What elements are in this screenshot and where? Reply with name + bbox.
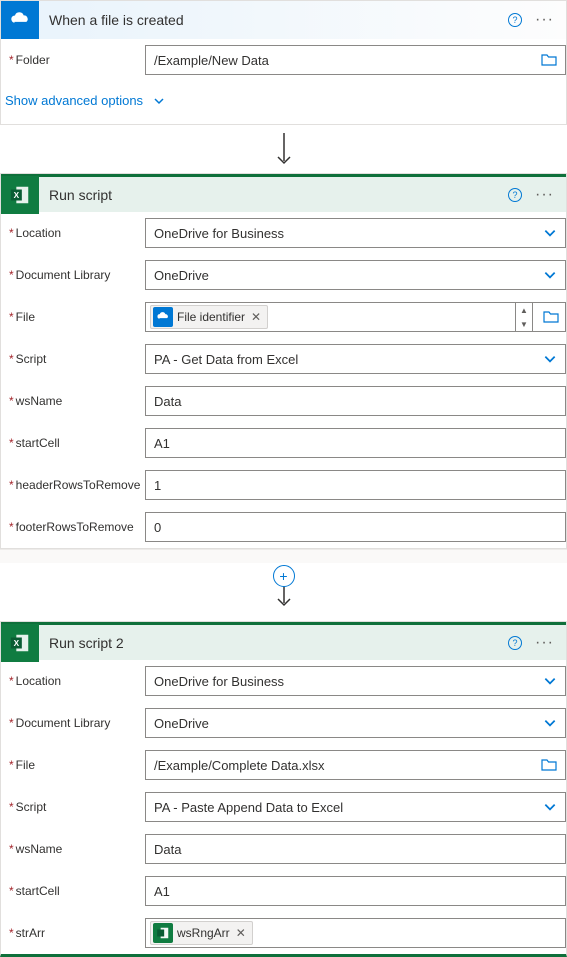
field-document-library: *Document LibraryOneDrive bbox=[1, 254, 566, 296]
add-step-button[interactable]: + bbox=[273, 565, 295, 587]
chevron-down-icon bbox=[543, 674, 557, 688]
chevron-down-icon bbox=[543, 268, 557, 282]
headerrows-input[interactable]: 1 bbox=[145, 470, 566, 500]
svg-text:X: X bbox=[14, 190, 20, 199]
location-select[interactable]: OneDrive for Business bbox=[145, 218, 566, 248]
field-file: *File/Example/Complete Data.xlsx bbox=[1, 744, 566, 786]
folder-picker-icon[interactable] bbox=[541, 53, 557, 67]
svg-text:?: ? bbox=[513, 190, 518, 200]
field-startcell: *startCellA1 bbox=[1, 870, 566, 912]
field-file: *File File identifier ✕ ▲▼ bbox=[1, 296, 566, 338]
file-input[interactable]: File identifier ✕ ▲▼ bbox=[145, 302, 566, 332]
wsname-input[interactable]: Data bbox=[145, 386, 566, 416]
field-wsname: *wsNameData bbox=[1, 828, 566, 870]
step-title: Run script bbox=[39, 187, 507, 203]
field-startcell: *startCellA1 bbox=[1, 422, 566, 464]
document-library-select[interactable]: OneDrive bbox=[145, 260, 566, 290]
strarr-input[interactable]: wsRngArr ✕ bbox=[145, 918, 566, 948]
field-label-text: Folder bbox=[16, 53, 50, 67]
startcell-input[interactable]: A1 bbox=[145, 428, 566, 458]
step-title: When a file is created bbox=[39, 12, 507, 28]
location-select[interactable]: OneDrive for Business bbox=[145, 666, 566, 696]
field-location: *LocationOneDrive for Business bbox=[1, 660, 566, 702]
step-run-script-1: X Run script ? ··· *LocationOneDrive for… bbox=[0, 173, 567, 549]
field-script: *ScriptPA - Get Data from Excel bbox=[1, 338, 566, 380]
step-onedrive-trigger: When a file is created ? ··· *Folder /Ex… bbox=[0, 0, 567, 125]
footerrows-input[interactable]: 0 bbox=[145, 512, 566, 542]
wsname-input[interactable]: Data bbox=[145, 834, 566, 864]
dynamic-token-file-identifier[interactable]: File identifier ✕ bbox=[150, 305, 268, 329]
chevron-down-icon bbox=[153, 95, 165, 107]
svg-text:?: ? bbox=[513, 15, 518, 25]
svg-text:X: X bbox=[14, 638, 20, 647]
svg-text:?: ? bbox=[513, 638, 518, 648]
folder-input[interactable]: /Example/New Data bbox=[145, 45, 566, 75]
field-location: *LocationOneDrive for Business bbox=[1, 212, 566, 254]
remove-token-icon[interactable]: ✕ bbox=[234, 926, 248, 940]
field-wsname: *wsNameData bbox=[1, 380, 566, 422]
remove-token-icon[interactable]: ✕ bbox=[249, 310, 263, 324]
connector-arrow-icon bbox=[0, 125, 567, 173]
stepper-icon[interactable]: ▲▼ bbox=[515, 303, 533, 331]
field-footerrows: *footerRowsToRemove0 bbox=[1, 506, 566, 548]
step-run-script-2: X Run script 2 ? ··· *LocationOneDrive f… bbox=[0, 621, 567, 957]
overflow-menu-icon[interactable]: ··· bbox=[535, 186, 554, 204]
document-library-select[interactable]: OneDrive bbox=[145, 708, 566, 738]
onedrive-icon bbox=[1, 1, 39, 39]
field-strarr: *strArr wsRngArr ✕ bbox=[1, 912, 566, 954]
field-folder: *Folder /Example/New Data bbox=[1, 39, 566, 81]
folder-picker-icon[interactable] bbox=[541, 758, 557, 772]
connector-with-add: + bbox=[0, 563, 567, 621]
file-input[interactable]: /Example/Complete Data.xlsx bbox=[145, 750, 566, 780]
help-icon[interactable]: ? bbox=[507, 635, 523, 651]
startcell-input[interactable]: A1 bbox=[145, 876, 566, 906]
step-title: Run script 2 bbox=[39, 635, 507, 651]
overflow-menu-icon[interactable]: ··· bbox=[535, 11, 554, 29]
step-header[interactable]: When a file is created ? ··· bbox=[1, 1, 566, 39]
field-script: *ScriptPA - Paste Append Data to Excel bbox=[1, 786, 566, 828]
chevron-down-icon bbox=[543, 352, 557, 366]
field-headerrows: *headerRowsToRemove1 bbox=[1, 464, 566, 506]
field-document-library: *Document LibraryOneDrive bbox=[1, 702, 566, 744]
excel-icon bbox=[153, 923, 173, 943]
chevron-down-icon bbox=[543, 800, 557, 814]
folder-picker-icon[interactable] bbox=[543, 310, 559, 324]
help-icon[interactable]: ? bbox=[507, 12, 523, 28]
overflow-menu-icon[interactable]: ··· bbox=[535, 634, 554, 652]
script-select[interactable]: PA - Get Data from Excel bbox=[145, 344, 566, 374]
step-header[interactable]: X Run script ? ··· bbox=[1, 174, 566, 212]
show-advanced-options-link[interactable]: Show advanced options bbox=[1, 81, 566, 124]
chevron-down-icon bbox=[543, 716, 557, 730]
help-icon[interactable]: ? bbox=[507, 187, 523, 203]
chevron-down-icon bbox=[543, 226, 557, 240]
dynamic-token-wsrngarr[interactable]: wsRngArr ✕ bbox=[150, 921, 253, 945]
step-header[interactable]: X Run script 2 ? ··· bbox=[1, 622, 566, 660]
excel-icon: X bbox=[1, 176, 39, 214]
script-select[interactable]: PA - Paste Append Data to Excel bbox=[145, 792, 566, 822]
excel-icon: X bbox=[1, 624, 39, 662]
onedrive-icon bbox=[153, 307, 173, 327]
